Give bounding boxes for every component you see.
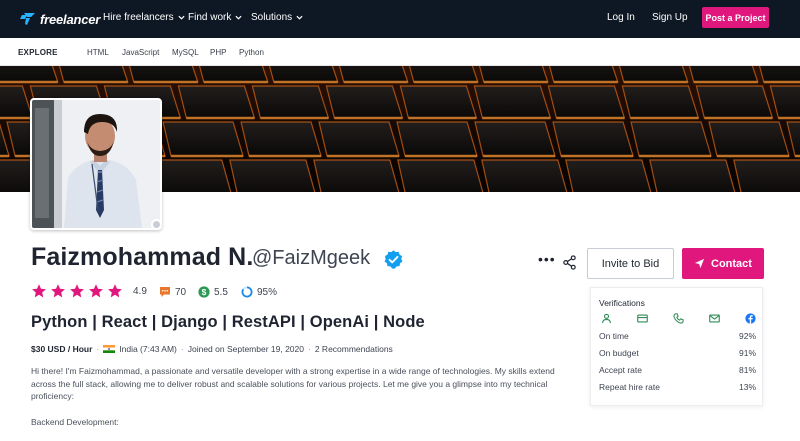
separator: · (96, 344, 100, 354)
star-icon (51, 284, 65, 298)
chevron-down-icon (178, 15, 185, 20)
profile-avatar[interactable] (30, 98, 162, 230)
explore-link-javascript[interactable]: JavaScript (122, 48, 159, 57)
verification-row-value: 91% (738, 348, 756, 358)
profile-name: Faizmohammad N. (31, 243, 254, 271)
hourly-rate: $30 USD / Hour (31, 344, 93, 354)
explore-link-html[interactable]: HTML (87, 48, 109, 57)
login-link[interactable]: Log In (607, 12, 635, 23)
brand-name: freelancer (40, 11, 101, 27)
verification-row-label: On time (599, 331, 629, 341)
india-flag-icon (103, 345, 116, 353)
explore-link-mysql[interactable]: MySQL (172, 48, 199, 57)
nav-find-work-label: Find work (188, 12, 232, 23)
nav-find-work[interactable]: Find work (188, 12, 242, 23)
nav-solutions[interactable]: Solutions (251, 12, 303, 23)
joined-date: Joined on September 19, 2020 (187, 344, 304, 354)
verification-row-label: Repeat hire rate (599, 382, 660, 392)
nav-hire-freelancers[interactable]: Hire freelancers (103, 12, 185, 23)
reviews-stat[interactable]: 70 (159, 286, 186, 298)
rating-value: 4.9 (133, 286, 147, 297)
earnings-score: 5.5 (214, 286, 228, 298)
phone-icon (673, 313, 684, 324)
payment-card-icon (637, 314, 648, 323)
verifications-card: Verifications On time 92% On budget 91% … (590, 287, 763, 406)
explore-link-php[interactable]: PHP (210, 48, 226, 57)
separator: · (308, 344, 311, 354)
send-icon (694, 258, 705, 269)
verification-row-on-time: On time 92% (599, 331, 756, 341)
bio-section-heading: Backend Development: (31, 417, 119, 427)
verification-row-repeat-hire-rate: Repeat hire rate 13% (599, 382, 756, 392)
signup-link[interactable]: Sign Up (652, 12, 688, 23)
more-options-button[interactable]: ••• (538, 252, 556, 266)
star-icon (89, 284, 103, 298)
star-icon (108, 284, 122, 298)
contact-button-label: Contact (711, 257, 752, 270)
profile-tagline: Python | React | Django | RestAPI | Open… (31, 313, 425, 331)
freelancer-bird-icon (20, 13, 35, 25)
verification-row-value: 81% (738, 365, 756, 375)
explore-bar: EXPLORE HTML JavaScript MySQL PHP Python (0, 38, 800, 66)
verification-icons (599, 313, 756, 325)
share-icon[interactable] (562, 255, 577, 270)
verification-row-value: 13% (738, 382, 756, 392)
recommendations-count[interactable]: 2 Recommendations (315, 344, 393, 354)
verification-row-label: Accept rate (599, 365, 642, 375)
verified-badge-icon (384, 250, 403, 269)
online-status-indicator (151, 219, 162, 230)
dollar-icon: $ (198, 286, 210, 298)
facebook-icon (745, 313, 756, 324)
completion-rate: 95% (257, 286, 278, 298)
freelancer-logo[interactable]: freelancer (18, 10, 100, 28)
explore-label: EXPLORE (18, 48, 58, 57)
star-icon (32, 284, 46, 298)
star-rating (31, 283, 123, 299)
invite-to-bid-button[interactable]: Invite to Bid (587, 248, 674, 279)
post-project-button[interactable]: Post a Project (702, 7, 769, 28)
profile-bio: Hi there! I'm Faizmohammad, a passionate… (31, 366, 555, 401)
verification-row-label: On budget (599, 348, 639, 358)
explore-link-python[interactable]: Python (239, 48, 264, 57)
profile-meta: $30 USD / Hour · India (7:43 AM) · Joine… (31, 344, 393, 354)
user-icon (601, 313, 612, 324)
verification-row-on-budget: On budget 91% (599, 348, 756, 358)
location: India (7:43 AM) (119, 344, 177, 354)
separator: · (180, 344, 184, 354)
completion-stat: 95% (241, 286, 277, 298)
contact-button[interactable]: Contact (682, 248, 764, 279)
reviews-icon (160, 287, 170, 297)
email-icon (709, 314, 720, 323)
nav-solutions-label: Solutions (251, 12, 293, 23)
verification-row-value: 92% (738, 331, 756, 341)
verifications-title: Verifications (599, 298, 645, 308)
verification-row-accept-rate: Accept rate 81% (599, 365, 756, 375)
star-icon (70, 284, 84, 298)
earnings-stat: $ 5.5 (198, 286, 228, 298)
reviews-count: 70 (175, 286, 187, 298)
profile-handle: @FaizMgeek (252, 247, 371, 269)
nav-hire-freelancers-label: Hire freelancers (103, 12, 174, 23)
completion-ring-icon (241, 286, 253, 298)
top-navigation: freelancer Hire freelancers Find work So… (0, 0, 800, 38)
chevron-down-icon (235, 15, 242, 20)
chevron-down-icon (296, 15, 303, 20)
svg-text:$: $ (202, 287, 207, 297)
profile-photo (32, 100, 160, 228)
